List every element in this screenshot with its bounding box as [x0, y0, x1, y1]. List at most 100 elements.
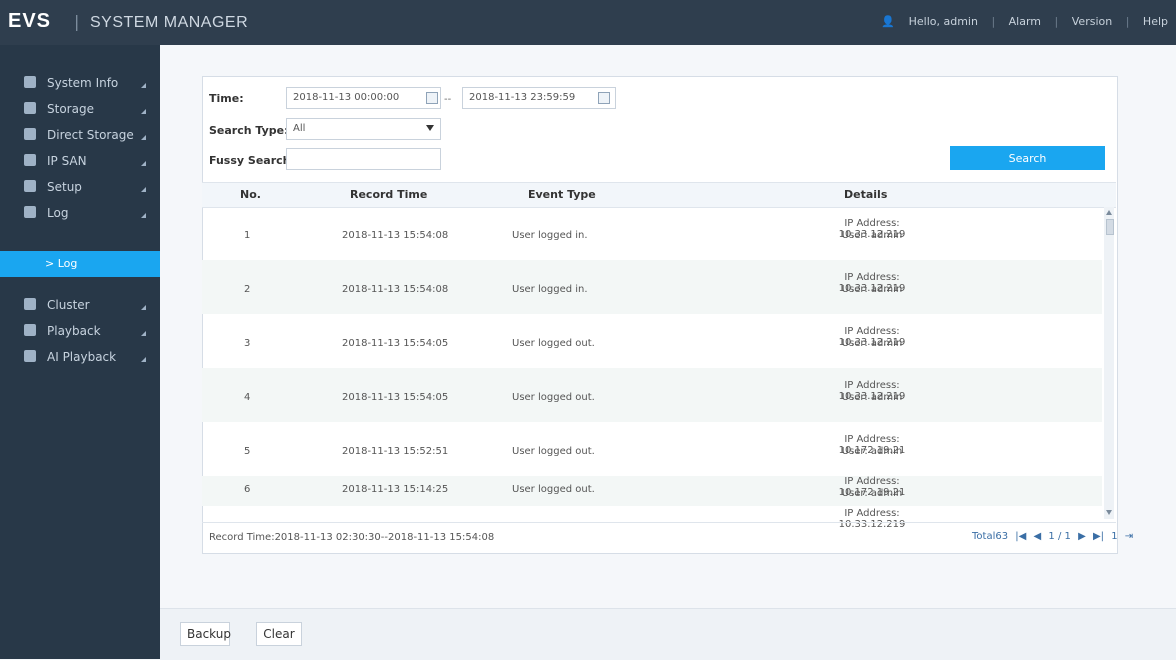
- sidebar-item-cluster[interactable]: Cluster: [0, 293, 160, 319]
- ai-playback-icon: [24, 350, 36, 362]
- brand-logo: EVS: [8, 10, 52, 32]
- version-link[interactable]: Version: [1072, 15, 1112, 28]
- calendar-icon[interactable]: [426, 92, 438, 104]
- title-separator: |: [74, 12, 80, 31]
- expand-arrow-icon: [141, 135, 146, 140]
- direct-storage-icon: [24, 128, 36, 140]
- cell-details-user: User: admin: [841, 338, 903, 349]
- prev-page-icon[interactable]: ◀: [1034, 531, 1042, 542]
- nav-separator: |: [991, 15, 996, 28]
- fuzzy-search-input[interactable]: [286, 148, 441, 170]
- cell-event-type: User logged out.: [512, 338, 595, 349]
- cell-no: 5: [244, 446, 251, 457]
- sidebar-item-log[interactable]: Log: [0, 201, 160, 227]
- page-indicator: 1 / 1: [1048, 531, 1071, 542]
- sidebar-subitem-log[interactable]: > Log: [0, 251, 160, 277]
- sidebar-item-direct-storage[interactable]: Direct Storage: [0, 123, 160, 149]
- table-row[interactable]: IP Address: 10.33.12.219: [202, 506, 1102, 530]
- table-row[interactable]: 3 2018-11-13 15:54:05 User logged out. I…: [202, 314, 1102, 368]
- first-page-icon[interactable]: |◀: [1015, 531, 1026, 542]
- table-header: No. Record Time Event Type Details: [202, 182, 1116, 208]
- time-label: Time:: [209, 92, 244, 105]
- time-range-separator: --: [444, 94, 452, 105]
- column-header-no: No.: [240, 188, 261, 201]
- scroll-thumb[interactable]: [1106, 219, 1114, 235]
- expand-arrow-icon: [141, 213, 146, 218]
- info-icon: [24, 76, 36, 88]
- cell-record-time: 2018-11-13 15:54:08: [342, 230, 449, 241]
- cell-details-user: User: admin: [841, 392, 903, 403]
- top-nav: 👤 Hello, admin | Alarm | Version | Help: [871, 15, 1168, 28]
- cell-event-type: User logged out.: [512, 484, 595, 495]
- sidebar-item-setup[interactable]: Setup: [0, 175, 160, 201]
- alarm-link[interactable]: Alarm: [1009, 15, 1041, 28]
- backup-button[interactable]: Backup: [180, 622, 231, 646]
- app-title: SYSTEM MANAGER: [90, 14, 249, 31]
- total-count: Total63: [972, 531, 1009, 542]
- table-row[interactable]: 2 2018-11-13 15:54:08 User logged in. IP…: [202, 260, 1102, 314]
- nav-separator: |: [1125, 15, 1130, 28]
- sidebar-item-storage[interactable]: Storage: [0, 97, 160, 123]
- column-header-details: Details: [844, 188, 888, 201]
- sidebar-item-label: Direct Storage: [47, 128, 134, 142]
- expand-arrow-icon: [141, 305, 146, 310]
- start-time-input[interactable]: 2018-11-13 00:00:00: [286, 87, 441, 109]
- table-row[interactable]: 1 2018-11-13 15:54:08 User logged in. IP…: [202, 206, 1102, 260]
- table-row[interactable]: 4 2018-11-13 15:54:05 User logged out. I…: [202, 368, 1102, 422]
- cell-record-time: 2018-11-13 15:54:05: [342, 392, 449, 403]
- search-button[interactable]: Search: [950, 146, 1105, 170]
- expand-arrow-icon: [141, 187, 146, 192]
- ip-san-icon: [24, 154, 36, 166]
- search-type-select[interactable]: All: [286, 118, 441, 140]
- sidebar-item-label: Log: [47, 206, 69, 220]
- user-menu[interactable]: Hello, admin: [909, 15, 978, 28]
- top-bar: EVS | SYSTEM MANAGER 👤 Hello, admin | Al…: [0, 0, 1176, 45]
- end-time-input[interactable]: 2018-11-13 23:59:59: [462, 87, 616, 109]
- search-type-label: Search Type:: [209, 124, 289, 137]
- scroll-down-icon[interactable]: [1106, 510, 1112, 515]
- sidebar-item-ai-playback[interactable]: AI Playback: [0, 345, 160, 371]
- end-time-value: 2018-11-13 23:59:59: [469, 92, 576, 103]
- expand-arrow-icon: [141, 83, 146, 88]
- sidebar-item-playback[interactable]: Playback: [0, 319, 160, 345]
- table-row[interactable]: 5 2018-11-13 15:52:51 User logged out. I…: [202, 422, 1102, 476]
- clear-button[interactable]: Clear: [256, 622, 302, 646]
- user-icon: 👤: [881, 15, 896, 28]
- column-header-event-type: Event Type: [528, 188, 596, 201]
- cell-no: 4: [244, 392, 251, 403]
- chevron-down-icon: [426, 125, 434, 131]
- page-input[interactable]: 1: [1111, 531, 1117, 542]
- table-scrollbar[interactable]: [1104, 207, 1114, 519]
- sidebar-item-label: Storage: [47, 102, 94, 116]
- expand-arrow-icon: [141, 357, 146, 362]
- sidebar-item-label: AI Playback: [47, 350, 117, 364]
- next-page-icon[interactable]: ▶: [1078, 531, 1086, 542]
- playback-icon: [24, 324, 36, 336]
- cell-event-type: User logged out.: [512, 446, 595, 457]
- calendar-icon[interactable]: [598, 92, 610, 104]
- action-bar: [160, 608, 1176, 660]
- cell-details-user: User: admin: [841, 284, 903, 295]
- scroll-up-icon[interactable]: [1106, 210, 1112, 215]
- gear-icon: [24, 180, 36, 192]
- sidebar-item-system-info[interactable]: System Info: [0, 71, 160, 97]
- storage-icon: [24, 102, 36, 114]
- start-time-value: 2018-11-13 00:00:00: [293, 92, 400, 103]
- help-link[interactable]: Help: [1143, 15, 1168, 28]
- last-page-icon[interactable]: ▶|: [1093, 531, 1104, 542]
- cell-event-type: User logged out.: [512, 392, 595, 403]
- table-row[interactable]: 6 2018-11-13 15:14:25 User logged out. I…: [202, 476, 1102, 506]
- cell-record-time: 2018-11-13 15:54:05: [342, 338, 449, 349]
- cell-event-type: User logged in.: [512, 284, 588, 295]
- cell-event-type: User logged in.: [512, 230, 588, 241]
- cell-record-time: 2018-11-13 15:52:51: [342, 446, 449, 457]
- sidebar: System Info Storage Direct Storage IP SA…: [0, 45, 160, 659]
- cell-record-time: 2018-11-13 15:14:25: [342, 484, 449, 495]
- cell-no: 6: [244, 484, 251, 495]
- sidebar-subitem-label: > Log: [45, 257, 78, 270]
- expand-arrow-icon: [141, 109, 146, 114]
- sidebar-item-ip-san[interactable]: IP SAN: [0, 149, 160, 175]
- cell-details-user: User: admin: [841, 230, 903, 241]
- cell-record-time: 2018-11-13 15:54:08: [342, 284, 449, 295]
- go-page-icon[interactable]: ⇥: [1125, 531, 1133, 542]
